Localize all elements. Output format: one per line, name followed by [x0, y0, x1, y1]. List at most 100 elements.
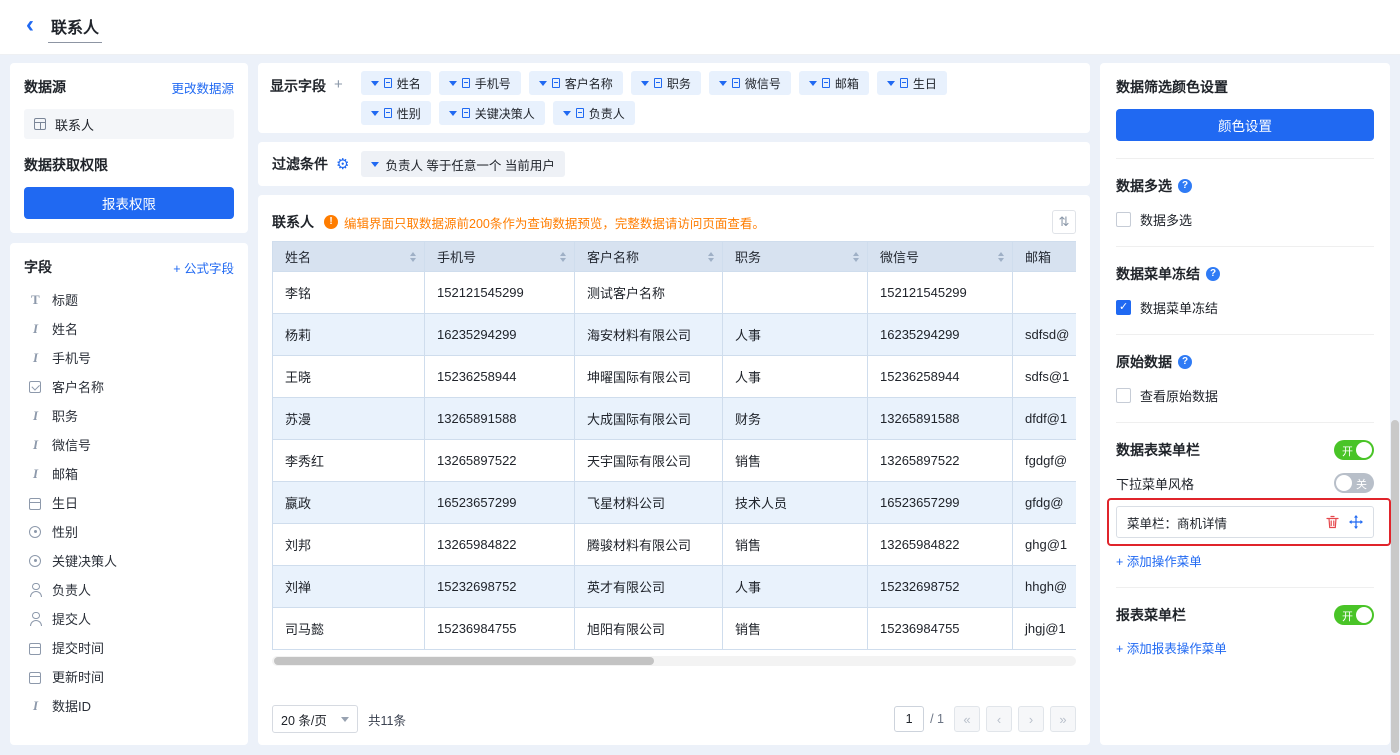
field-item[interactable]: 负责人 — [24, 575, 234, 604]
report-permission-button[interactable]: 报表权限 — [24, 187, 234, 219]
dropdown-style-toggle[interactable]: 关 — [1334, 473, 1374, 493]
display-field-chip[interactable]: 微信号 — [709, 71, 791, 95]
gear-icon[interactable]: ⚙ — [336, 155, 349, 173]
field-item[interactable]: 职务 — [24, 401, 234, 430]
table-row[interactable]: 刘邦13265984822腾骏材料有限公司销售13265984822ghg@1 — [273, 524, 1077, 566]
sort-arrows-icon[interactable] — [853, 252, 859, 262]
pagination-bar: 20 条/页 共11条 / 1 «‹›» — [272, 697, 1076, 733]
column-header-label: 客户名称 — [587, 250, 639, 265]
menu-bar-item[interactable]: 菜单栏：商机详情 — [1116, 506, 1374, 538]
sort-arrows-icon[interactable] — [410, 252, 416, 262]
help-icon[interactable] — [1178, 355, 1192, 369]
add-report-menu-link[interactable]: + 添加报表操作菜单 — [1116, 638, 1227, 657]
display-field-chip[interactable]: 客户名称 — [529, 71, 623, 95]
table-row[interactable]: 李铭152121545299测试客户名称152121545299 — [273, 272, 1077, 314]
display-field-chip[interactable]: 邮箱 — [799, 71, 869, 95]
add-display-field-button[interactable]: + — [334, 76, 343, 125]
caret-down-icon — [887, 81, 895, 86]
last-page-button[interactable]: » — [1050, 706, 1076, 732]
display-field-chip[interactable]: 生日 — [877, 71, 947, 95]
display-field-chip[interactable]: 关键决策人 — [439, 101, 545, 125]
field-item[interactable]: 更新时间 — [24, 662, 234, 691]
caret-down-icon — [371, 111, 379, 116]
sort-arrows-icon[interactable] — [560, 252, 566, 262]
sort-button[interactable]: ⇅ — [1052, 210, 1076, 234]
multi-select-section: 数据多选 数据多选 — [1116, 158, 1374, 246]
display-field-chip[interactable]: 职务 — [631, 71, 701, 95]
add-formula-field-link[interactable]: + 公式字段 — [173, 258, 234, 277]
field-item[interactable]: 性别 — [24, 517, 234, 546]
table-row[interactable]: 苏漫13265891588大成国际有限公司财务13265891588dfdf@1 — [273, 398, 1077, 440]
page-title[interactable]: 联系人 — [48, 12, 102, 43]
horizontal-scrollbar[interactable] — [272, 656, 1076, 666]
table-cell: 海安材料有限公司 — [575, 314, 723, 356]
raw-data-checkbox[interactable] — [1116, 388, 1131, 403]
filter-condition-chip[interactable]: 负责人 等于任意一个 当前用户 — [361, 151, 564, 177]
add-action-menu-link[interactable]: + 添加操作菜单 — [1116, 551, 1202, 570]
table-row[interactable]: 刘禅15232698752英才有限公司人事15232698752hhgh@ — [273, 566, 1077, 608]
multi-select-checkbox[interactable] — [1116, 212, 1131, 227]
menu-freeze-checkbox[interactable] — [1116, 300, 1131, 315]
page-input[interactable] — [894, 706, 924, 732]
field-item[interactable]: 邮箱 — [24, 459, 234, 488]
field-item[interactable]: 姓名 — [24, 314, 234, 343]
field-doc-icon — [822, 78, 830, 88]
field-item[interactable]: 客户名称 — [24, 372, 234, 401]
field-item[interactable]: 手机号 — [24, 343, 234, 372]
back-icon[interactable]: ‹ — [26, 13, 34, 37]
title-icon — [28, 293, 42, 307]
help-icon[interactable] — [1206, 267, 1220, 281]
display-field-chip[interactable]: 负责人 — [553, 101, 635, 125]
table-cell: 16523657299 — [425, 482, 575, 524]
table-row[interactable]: 司马懿15236984755旭阳有限公司销售15236984755jhgj@1 — [273, 608, 1077, 650]
table-menu-toggle[interactable]: 开 — [1334, 440, 1374, 460]
table-cell: gfdg@ — [1013, 482, 1077, 524]
chip-label: 关键决策人 — [475, 105, 535, 122]
prev-page-button[interactable]: ‹ — [986, 706, 1012, 732]
warning-icon — [324, 215, 338, 229]
datasource-item[interactable]: 联系人 — [24, 109, 234, 139]
first-page-button[interactable]: « — [954, 706, 980, 732]
color-settings-button[interactable]: 颜色设置 — [1116, 109, 1374, 141]
horizontal-scrollbar-thumb[interactable] — [274, 657, 654, 665]
vertical-scrollbar-thumb[interactable] — [1391, 420, 1399, 753]
table-row[interactable]: 杨莉16235294299海安材料有限公司人事16235294299sdfsd@ — [273, 314, 1077, 356]
field-item[interactable]: 关键决策人 — [24, 546, 234, 575]
field-item[interactable]: 生日 — [24, 488, 234, 517]
field-item[interactable]: 提交时间 — [24, 633, 234, 662]
delete-menu-button[interactable] — [1326, 515, 1339, 529]
display-field-chip[interactable]: 手机号 — [439, 71, 521, 95]
report-menu-toggle[interactable]: 开 — [1334, 605, 1374, 625]
sort-arrows-icon[interactable] — [998, 252, 1004, 262]
raw-data-checkbox-row[interactable]: 查看原始数据 — [1116, 386, 1374, 405]
chip-label: 生日 — [913, 75, 937, 92]
column-header[interactable]: 职务 — [723, 242, 868, 272]
column-header[interactable]: 微信号 — [868, 242, 1013, 272]
change-datasource-link[interactable]: 更改数据源 — [171, 78, 234, 97]
next-page-button[interactable]: › — [1018, 706, 1044, 732]
display-field-chip[interactable]: 姓名 — [361, 71, 431, 95]
field-item[interactable]: 提交人 — [24, 604, 234, 633]
display-field-chip[interactable]: 性别 — [361, 101, 431, 125]
table-row[interactable]: 李秀红13265897522天宇国际有限公司销售13265897522fgdgf… — [273, 440, 1077, 482]
move-menu-button[interactable] — [1349, 515, 1363, 529]
column-header[interactable]: 客户名称 — [575, 242, 723, 272]
table-cell: 16235294299 — [868, 314, 1013, 356]
field-item[interactable]: 标题 — [24, 285, 234, 314]
column-header[interactable]: 姓名 — [273, 242, 425, 272]
field-item[interactable]: 数据ID — [24, 691, 234, 720]
menu-freeze-checkbox-row[interactable]: 数据菜单冻结 — [1116, 298, 1374, 317]
dropdown-style-label: 下拉菜单风格 — [1116, 474, 1194, 493]
table-row[interactable]: 王晓15236258944坤曜国际有限公司人事15236258944sdfs@1 — [273, 356, 1077, 398]
table-row[interactable]: 嬴政16523657299飞星材料公司技术人员16523657299gfdg@ — [273, 482, 1077, 524]
page-size-select[interactable]: 20 条/页 — [272, 705, 358, 733]
column-header[interactable]: 邮箱 — [1013, 242, 1077, 272]
table-cell: 销售 — [723, 608, 868, 650]
column-header[interactable]: 手机号 — [425, 242, 575, 272]
vertical-scrollbar[interactable] — [1390, 55, 1400, 755]
field-item[interactable]: 微信号 — [24, 430, 234, 459]
sort-arrows-icon[interactable] — [708, 252, 714, 262]
multi-select-checkbox-row[interactable]: 数据多选 — [1116, 210, 1374, 229]
chip-label: 邮箱 — [835, 75, 859, 92]
help-icon[interactable] — [1178, 179, 1192, 193]
